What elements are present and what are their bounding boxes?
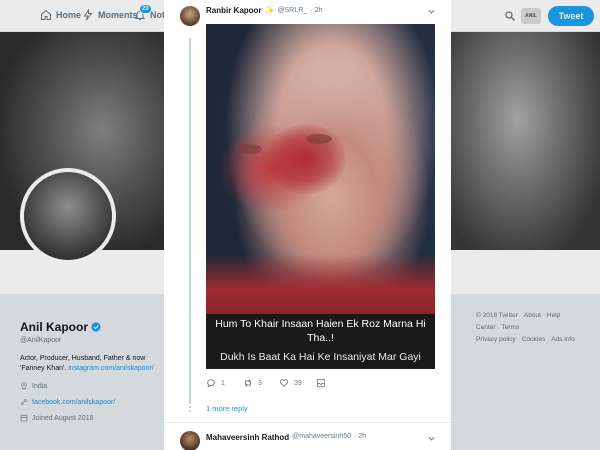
- profile-joined: Joined August 2018: [32, 414, 94, 422]
- link-icon: [21, 399, 27, 405]
- nav-home[interactable]: Home: [40, 9, 81, 21]
- calendar-icon: [20, 415, 28, 422]
- tweet-button[interactable]: Tweet: [548, 6, 594, 26]
- lightning-icon: [83, 9, 93, 21]
- heart-icon: [279, 379, 289, 387]
- media-photo-detail: [306, 134, 332, 144]
- tweet-modal: Ranbir Kapoor ✨ @SRLR_ · 2h Hum To Khair…: [164, 0, 451, 450]
- caption-line-2: Tha..!: [307, 332, 334, 344]
- chevron-down-icon[interactable]: [427, 7, 436, 16]
- tweet-media-image[interactable]: Hum To Khair Insaan Haien Ek Roz Marna H…: [206, 24, 435, 369]
- media-photo-detail: [266, 124, 346, 194]
- reply-action[interactable]: 1: [206, 378, 225, 388]
- reply-timestamp[interactable]: · 2h: [354, 433, 366, 442]
- tweet-header: Ranbir Kapoor ✨ @SRLR_ · 2h: [206, 6, 322, 15]
- star-icon: ✨: [264, 6, 275, 15]
- retweet-icon: [245, 379, 251, 387]
- like-action[interactable]: 39: [279, 378, 302, 388]
- profile-website[interactable]: facebook.com/anilskapoor/: [32, 399, 115, 406]
- footer-ads-link[interactable]: Ads info: [551, 336, 575, 343]
- banner-photo-right: [450, 32, 600, 250]
- footer-terms-link[interactable]: Terms: [502, 324, 520, 331]
- profile-handle[interactable]: @AnilKapoor: [20, 337, 160, 344]
- profile-location-row: India: [20, 382, 160, 390]
- nav-moments-label: Moments: [98, 10, 138, 20]
- thread-line: [189, 38, 191, 404]
- tweet-timestamp[interactable]: · 2h: [310, 7, 322, 14]
- reply-header: Mahaveersinh Rathod @mahaveersinh50 · 2h: [206, 433, 366, 442]
- profile-bio-link[interactable]: instagram.com/anilskapoor/: [68, 365, 154, 372]
- profile-joined-row: Joined August 2018: [20, 414, 160, 422]
- caption-line-1: Hum To Khair Insaan Haien Ek Roz Marna H…: [215, 318, 426, 330]
- reply-author-avatar[interactable]: [180, 431, 200, 450]
- message-action[interactable]: [316, 378, 326, 388]
- profile-card: Anil Kapoor @AnilKapoor Actor, Producer,…: [20, 320, 160, 422]
- profile-website-row: facebook.com/anilskapoor/: [20, 398, 160, 406]
- retweet-action[interactable]: 3: [243, 378, 262, 388]
- verified-icon: [91, 322, 101, 332]
- reply-icon: [207, 379, 215, 388]
- nav-home-label: Home: [56, 10, 82, 20]
- envelope-icon: [317, 378, 325, 388]
- tweet-actions: 1 3 39: [206, 378, 346, 390]
- notifications-badge: 20: [139, 4, 152, 14]
- more-replies-link[interactable]: 1 more reply: [206, 404, 248, 413]
- caption-line-3: Dukh Is Baat Ka Hai Ke Insaniyat Mar Gay…: [220, 351, 421, 363]
- reply-separator: [164, 422, 451, 423]
- reply-count: 1: [221, 379, 225, 387]
- nav-moments[interactable]: Moments: [82, 9, 138, 21]
- reply-author-handle[interactable]: @mahaveersinh50: [292, 433, 351, 442]
- footer-privacy-link[interactable]: Privacy policy: [476, 336, 516, 343]
- like-count: 39: [294, 379, 302, 387]
- retweet-count: 3: [258, 379, 262, 387]
- search-icon[interactable]: [504, 10, 516, 22]
- tweet-author-avatar[interactable]: [180, 6, 200, 26]
- media-photo-detail: [206, 254, 435, 314]
- footer-links: © 2018 Twitter About Help Center Terms Priv…: [476, 310, 591, 346]
- tweet-author-name[interactable]: Ranbir Kapoor: [206, 6, 262, 15]
- thread-dots: [189, 402, 191, 414]
- media-caption: Hum To Khair Insaan Haien Ek Roz Marna H…: [206, 314, 435, 369]
- footer-about-link[interactable]: About: [524, 312, 541, 319]
- home-icon: [41, 9, 51, 20]
- tweet-author-handle[interactable]: @SRLR_: [278, 7, 308, 14]
- profile-name-row: Anil Kapoor: [20, 320, 160, 334]
- footer-copyright: © 2018 Twitter: [476, 312, 518, 319]
- profile-location: India: [32, 382, 48, 390]
- media-photo-detail: [236, 144, 262, 154]
- reply-author-name[interactable]: Mahaveersinh Rathod: [206, 433, 289, 442]
- account-avatar[interactable]: ANIL: [521, 8, 541, 24]
- footer-cookies-link[interactable]: Cookies: [522, 336, 545, 343]
- profile-avatar[interactable]: [20, 168, 116, 264]
- chevron-down-icon[interactable]: [427, 434, 436, 443]
- profile-name[interactable]: Anil Kapoor: [20, 320, 88, 334]
- location-icon: [21, 382, 27, 390]
- profile-bio: Actor, Producer, Husband, Father & now '…: [20, 354, 160, 374]
